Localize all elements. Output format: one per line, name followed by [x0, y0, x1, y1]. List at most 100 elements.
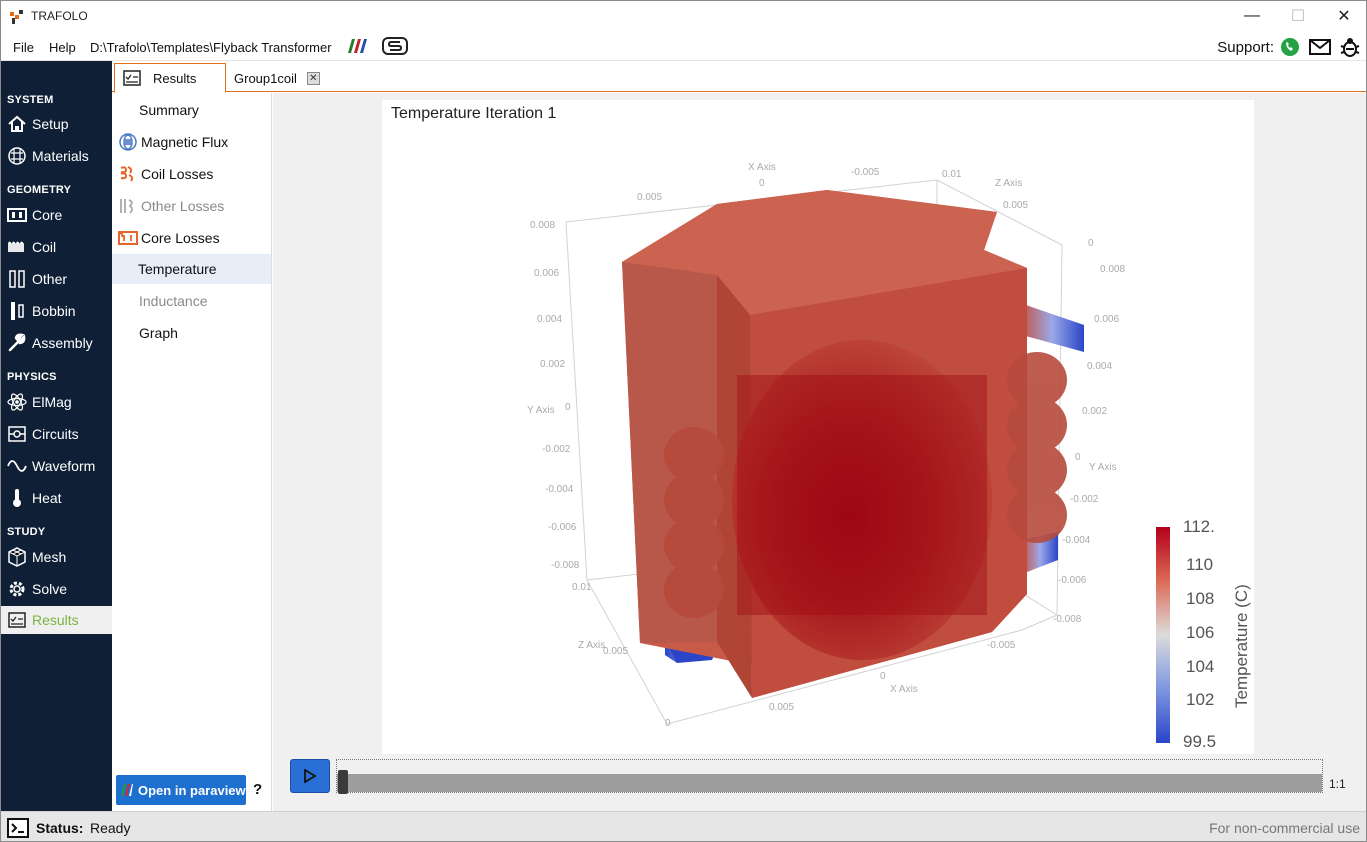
close-button[interactable]: ✕ — [1321, 1, 1367, 31]
minimize-button[interactable]: — — [1229, 1, 1275, 31]
thermometer-icon — [7, 488, 27, 508]
z-tick-top: 0 — [1088, 238, 1094, 249]
y-tick-left: 0.006 — [534, 268, 559, 279]
section-study: STUDY — [7, 526, 46, 538]
z-tick-left: 0 — [665, 718, 671, 729]
menu-file[interactable]: File — [13, 40, 34, 55]
terminal-icon[interactable] — [7, 818, 29, 838]
sidebar-item-label: Heat — [32, 490, 62, 506]
animation-timeline[interactable] — [336, 759, 1323, 794]
sidebar-item-coil[interactable]: Coil — [1, 233, 112, 261]
subnav-coil-losses[interactable]: Coil Losses — [112, 159, 271, 189]
sidebar-item-materials[interactable]: Materials — [1, 142, 112, 170]
y-tick-right: 0 — [1075, 452, 1081, 463]
sidebar-item-label: Waveform — [32, 458, 96, 474]
y-tick-left: 0.004 — [537, 314, 562, 325]
timeline-track[interactable] — [337, 774, 1322, 792]
paraview-logo-icon — [121, 784, 133, 796]
sidebar-item-waveform[interactable]: Waveform — [1, 452, 112, 480]
sidebar-item-results[interactable]: Results — [1, 606, 112, 634]
colorbar-gradient — [1156, 527, 1170, 743]
render-viewport[interactable]: Temperature Iteration 1 X Axis Z Axis Y … — [382, 100, 1254, 754]
y-tick-left: 0.002 — [540, 359, 565, 370]
tab-label: Results — [153, 70, 197, 86]
y-tick-right: -0.004 — [1062, 535, 1091, 546]
help-button[interactable]: ? — [253, 781, 262, 798]
mail-icon[interactable] — [1309, 36, 1331, 58]
y-axis-label-left: Y Axis — [527, 405, 555, 416]
results-icon — [7, 610, 27, 630]
colorbar-tick: 110 — [1186, 555, 1213, 574]
y-tick-right: -0.006 — [1058, 575, 1087, 586]
other-icon — [7, 269, 27, 289]
tab-bar: Results Group1coil ✕ — [112, 61, 1366, 93]
sidebar-item-elmag[interactable]: ElMag — [1, 388, 112, 416]
sidebar-item-other[interactable]: Other — [1, 265, 112, 293]
license-notice: For non-commercial use — [1209, 820, 1360, 836]
grid-icon — [7, 146, 27, 166]
menu-help[interactable]: Help — [49, 40, 76, 55]
sidebar-item-bobbin[interactable]: Bobbin — [1, 297, 112, 325]
core-losses-icon — [118, 231, 138, 245]
x-tick-top: 0.01 — [942, 169, 962, 180]
status-bar: Status: Ready For non-commercial use — [1, 811, 1366, 841]
atom-icon — [7, 392, 27, 412]
x-tick-top: 0 — [759, 178, 765, 189]
z-tick-top: 0.005 — [1003, 200, 1028, 211]
sidebar-item-setup[interactable]: Setup — [1, 110, 112, 138]
x-axis-label-bottom: X Axis — [890, 684, 918, 695]
subnav-label: Other Losses — [141, 198, 225, 214]
subnav-other-losses[interactable]: Other Losses — [112, 191, 271, 221]
sidebar-item-label: Mesh — [32, 549, 67, 565]
subnav-label: Magnetic Flux — [141, 134, 229, 150]
bobbin-icon — [7, 301, 27, 321]
sidebar-item-label: Results — [32, 612, 79, 628]
y-tick-left: -0.006 — [548, 522, 577, 533]
x-tick-bottom: -0.005 — [987, 640, 1016, 651]
y-tick-right: 0.004 — [1087, 361, 1112, 372]
subnav-temperature[interactable]: Temperature — [112, 254, 271, 284]
colorbar-tick: 102 — [1186, 690, 1214, 709]
sidebar-item-core[interactable]: Core — [1, 201, 112, 229]
y-tick-left: -0.004 — [545, 484, 574, 495]
sidebar-item-label: Core — [32, 207, 63, 223]
subnav-magnetic-flux[interactable]: Magnetic Flux — [112, 127, 271, 157]
home-icon — [7, 114, 27, 134]
section-physics: PHYSICS — [7, 371, 57, 383]
title-bar: TRAFOLO — ☐ ✕ — [1, 1, 1366, 31]
sidebar-item-solve[interactable]: Solve — [1, 575, 112, 603]
solver-logo-icon[interactable] — [382, 37, 408, 55]
subnav-summary[interactable]: Summary — [112, 95, 271, 125]
paraview-logo-icon[interactable] — [346, 38, 370, 54]
subnav-core-losses[interactable]: Core Losses — [112, 223, 271, 253]
subnav-graph[interactable]: Graph — [112, 318, 271, 348]
close-tab-icon[interactable]: ✕ — [306, 71, 320, 85]
maximize-button[interactable]: ☐ — [1275, 1, 1321, 31]
subnav-inductance[interactable]: Inductance — [112, 286, 271, 316]
sidebar-item-label: ElMag — [32, 394, 72, 410]
tab-group1coil[interactable]: Group1coil ✕ — [234, 63, 334, 93]
sidebar-item-mesh[interactable]: Mesh — [1, 543, 112, 571]
sidebar-item-assembly[interactable]: Assembly — [1, 329, 112, 357]
whatsapp-icon[interactable] — [1279, 36, 1301, 58]
subnav-label: Temperature — [138, 261, 217, 277]
tab-results[interactable]: Results — [114, 63, 226, 93]
main-sidebar: SYSTEM Setup Materials GEOMETRY Core Coi… — [1, 61, 112, 811]
timeline-slider-handle[interactable] — [338, 770, 348, 794]
play-button[interactable] — [290, 759, 330, 793]
colorbar-tick: 106 — [1186, 623, 1214, 642]
menu-bar: File Help D:\Trafolo\Templates\Flyback T… — [1, 31, 1366, 61]
bug-report-icon[interactable] — [1339, 36, 1361, 58]
z-axis-label-top: Z Axis — [995, 178, 1022, 189]
open-in-paraview-button[interactable]: Open in paraview — [116, 775, 246, 805]
y-tick-right: 0.002 — [1082, 406, 1107, 417]
coil-losses-icon — [120, 166, 134, 182]
sidebar-item-circuits[interactable]: Circuits — [1, 420, 112, 448]
subnav-label: Graph — [139, 325, 178, 341]
other-losses-icon — [120, 199, 133, 214]
subnav-label: Summary — [139, 102, 199, 118]
sidebar-item-heat[interactable]: Heat — [1, 484, 112, 512]
gear-icon — [7, 579, 27, 599]
circuit-icon — [7, 424, 27, 444]
subnav-label: Core Losses — [141, 230, 220, 246]
